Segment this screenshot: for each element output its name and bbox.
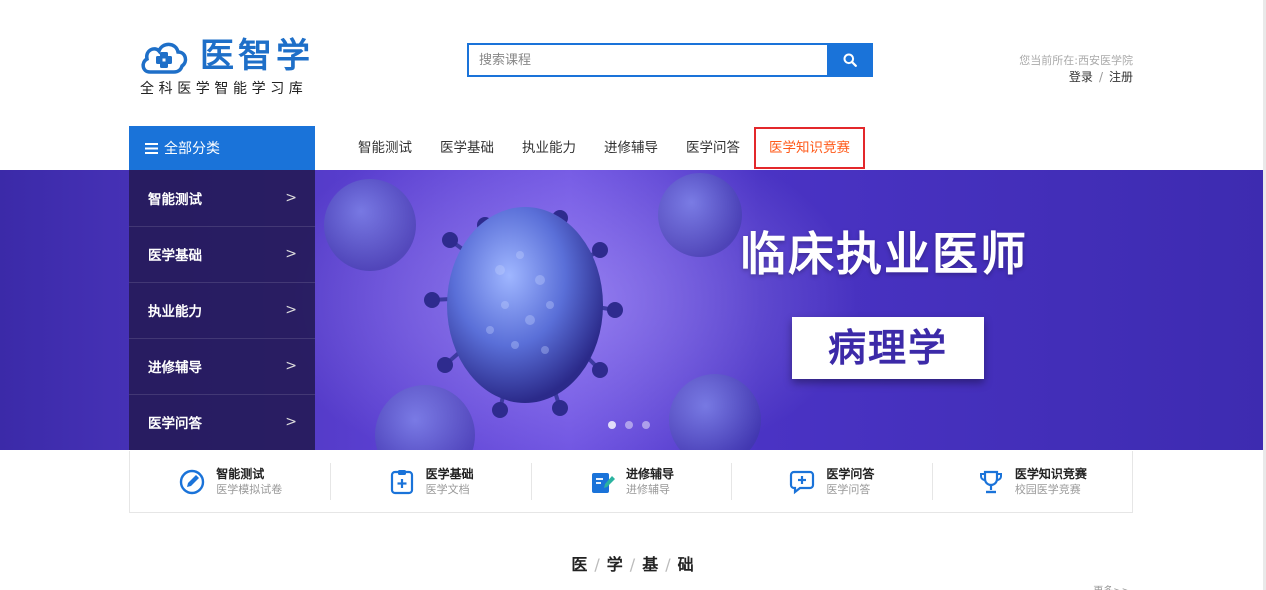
feature-shortcuts: 智能测试 医学模拟试卷 医学基础 医学文档 进修辅导 进修辅导 医学问答 医学问… (129, 451, 1133, 513)
nav-item-smart-test[interactable]: 智能测试 (344, 126, 426, 170)
chat-question-icon (788, 468, 816, 496)
feature-title: 医学问答 (826, 466, 875, 481)
feature-medical-basics[interactable]: 医学基础 医学文档 (330, 451, 530, 512)
section-divider: / (665, 555, 672, 574)
logo-title: 医智学 (200, 36, 314, 76)
user-area: 您当前所在:西安医学院 登录 / 注册 (1019, 52, 1133, 86)
feature-desc: 校园医学竞赛 (1014, 482, 1081, 496)
auth-links: 登录 / 注册 (1019, 69, 1133, 86)
nav-item-medical-basics[interactable]: 医学基础 (426, 126, 508, 170)
section-heading-char: 基 (642, 555, 660, 574)
feature-title: 进修辅导 (626, 466, 675, 481)
side-item-label: 进修辅导 (148, 360, 202, 376)
banner-subtitle-box: 病理学 (792, 317, 984, 379)
tutoring-book-icon (588, 468, 616, 496)
search-button[interactable] (827, 43, 873, 77)
chevron-right-icon: > (285, 302, 297, 318)
search-bar (467, 43, 873, 77)
nav-item-practice-ability[interactable]: 执业能力 (508, 126, 590, 170)
chevron-right-icon: > (285, 246, 297, 262)
pencil-circle-icon (178, 468, 206, 496)
auth-separator: / (1098, 70, 1103, 84)
carousel-dot[interactable] (642, 421, 650, 429)
feature-desc: 医学模拟试卷 (216, 482, 283, 496)
side-item-label: 智能测试 (148, 192, 202, 208)
nav-item-medical-qa[interactable]: 医学问答 (672, 126, 754, 170)
register-link[interactable]: 注册 (1109, 70, 1133, 84)
section-heading-char: 础 (677, 555, 695, 574)
side-item-medical-qa[interactable]: 医学问答 > (129, 394, 315, 450)
site-logo[interactable]: 医智学 全科医学智能学习库 (140, 36, 340, 100)
search-icon (843, 53, 857, 67)
section-heading-char: 学 (606, 555, 624, 574)
feature-desc: 医学问答 (826, 482, 871, 496)
feature-desc: 进修辅导 (626, 482, 670, 496)
login-link[interactable]: 登录 (1069, 70, 1093, 84)
side-item-label: 医学问答 (148, 416, 202, 432)
menu-icon (145, 142, 158, 154)
chevron-right-icon: > (285, 358, 297, 374)
side-item-smart-test[interactable]: 智能测试 > (129, 170, 315, 226)
feature-title: 医学知识竞赛 (1014, 466, 1087, 481)
feature-desc: 医学文档 (425, 482, 470, 496)
logo-subtitle: 全科医学智能学习库 (140, 81, 308, 97)
nav-item-advanced-tutoring[interactable]: 进修辅导 (590, 126, 672, 170)
section-heading-char: 医 (571, 555, 589, 574)
feature-smart-test[interactable]: 智能测试 医学模拟试卷 (130, 451, 330, 512)
nav-item-knowledge-contest[interactable]: 医学知识竞赛 (754, 127, 865, 169)
medical-document-icon (388, 468, 416, 496)
section-heading: 医 / 学 / 基 / 础 (0, 551, 1266, 575)
carousel-dot[interactable] (608, 421, 616, 429)
side-item-medical-basics[interactable]: 医学基础 > (129, 226, 315, 282)
logo-cloud-icon (141, 42, 188, 74)
search-input[interactable] (467, 43, 827, 77)
section-divider: / (629, 555, 637, 574)
feature-title: 医学基础 (425, 466, 474, 481)
chevron-right-icon: > (285, 414, 297, 430)
main-nav: 智能测试 医学基础 执业能力 进修辅导 医学问答 医学知识竞赛 (344, 126, 865, 170)
current-location: 您当前所在:西安医学院 (1019, 54, 1133, 67)
section-divider: / (594, 555, 601, 574)
chevron-right-icon: > (285, 190, 297, 206)
feature-knowledge-contest[interactable]: 医学知识竞赛 校园医学竞赛 (931, 451, 1132, 512)
banner-subtitle: 病理学 (827, 326, 948, 370)
carousel-dots (608, 421, 650, 429)
side-item-label: 医学基础 (148, 248, 202, 264)
feature-medical-qa[interactable]: 医学问答 医学问答 (731, 451, 931, 512)
all-categories-button[interactable]: 全部分类 (129, 126, 315, 170)
feature-title: 智能测试 (216, 466, 265, 481)
side-item-advanced-tutoring[interactable]: 进修辅导 > (129, 338, 315, 394)
trophy-icon (977, 468, 1005, 496)
more-link[interactable]: 更多>> (1093, 582, 1130, 590)
side-item-practice-ability[interactable]: 执业能力 > (129, 282, 315, 338)
banner-title: 临床执业医师 (740, 227, 1028, 281)
feature-advanced-tutoring[interactable]: 进修辅导 进修辅导 (530, 451, 731, 512)
carousel-dot[interactable] (625, 421, 633, 429)
category-side-menu: 智能测试 > 医学基础 > 执业能力 > 进修辅导 > 医学问答 > (129, 170, 315, 450)
all-categories-label: 全部分类 (164, 141, 220, 157)
side-item-label: 执业能力 (148, 304, 202, 320)
